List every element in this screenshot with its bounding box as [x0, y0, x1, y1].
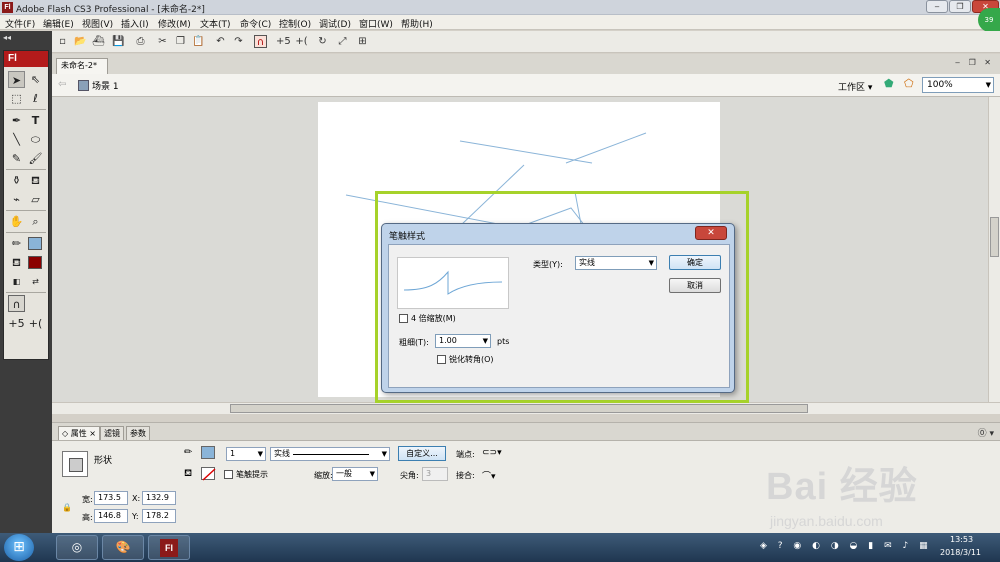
type-select[interactable]: 实线 ▼: [575, 256, 657, 270]
height-label: 高:: [82, 513, 93, 522]
sharp-corners-label: 锐化转角(O): [449, 355, 494, 364]
join-style-icon[interactable]: ⌒▾: [482, 469, 496, 482]
stroke-weight-field[interactable]: 1 ▼: [226, 447, 266, 461]
tab-properties-label: 属性: [70, 429, 87, 438]
stroke-style-select[interactable]: 实线 ▼: [270, 447, 390, 461]
flash-taskbar-icon[interactable]: Fl: [148, 535, 190, 560]
stroke-line[interactable]: [565, 132, 647, 164]
tab-properties[interactable]: ◇ 属性 ×: [58, 426, 100, 440]
cancel-button[interactable]: 取消: [669, 278, 721, 293]
fill-color-swatch[interactable]: [201, 467, 216, 481]
baidu-watermark: Bai 经验 jingyan.baidu.com: [766, 455, 956, 535]
stroke-style-preview: [293, 454, 369, 455]
checkbox-box[interactable]: [399, 314, 408, 323]
tab-parameters[interactable]: 参数: [126, 426, 150, 440]
cap-style-icon[interactable]: ⊂⊃▾: [482, 448, 502, 458]
sharp-corners-checkbox[interactable]: 锐化转角(O): [437, 354, 494, 365]
chevron-down-icon: ▼: [381, 450, 387, 458]
chevron-down-icon: ▼: [482, 337, 488, 345]
watermark-url: jingyan.baidu.com: [770, 513, 883, 529]
stroke-preview-curve: [403, 270, 503, 295]
vertical-scroll-thumb[interactable]: [990, 217, 999, 257]
tab-close-icon[interactable]: ×: [89, 429, 96, 438]
miter-field[interactable]: 3: [422, 467, 448, 481]
scale-label: 缩放:: [314, 471, 333, 480]
thickness-label: 粗细(T):: [399, 338, 429, 347]
checkbox-box[interactable]: [437, 355, 446, 364]
custom-stroke-button[interactable]: 自定义...: [398, 446, 446, 461]
clock-time[interactable]: 13:53: [950, 535, 973, 544]
horizontal-scrollbar[interactable]: [52, 402, 1000, 414]
zoom-4x-checkbox[interactable]: 4 倍缩放(M): [399, 313, 456, 324]
stroke-color-swatch[interactable]: [201, 446, 215, 459]
type-label: 类型(Y):: [533, 260, 563, 269]
scale-select[interactable]: 一般 ▼: [332, 467, 378, 481]
watermark-brand: Bai 经验: [766, 466, 918, 508]
stroke-preview: [397, 257, 509, 309]
start-button[interactable]: ⊞: [4, 534, 34, 561]
stroke-hint-checkbox[interactable]: 笔触提示: [224, 469, 268, 480]
taskbar: ⊞ ◎ 🎨 Fl ◈ ? ◉ ◐ ◑ ◒ ▮ ✉ ♪ ▦ 13:53 2018/…: [0, 533, 1000, 562]
stroke-hint-label: 笔触提示: [236, 470, 268, 479]
chevron-down-icon: ▼: [257, 450, 263, 458]
stroke-style-dialog: 笔触样式 ✕ 4 倍缩放(M) 粗细(T): 1.00 ▼ pts 锐化转角(O)…: [381, 223, 735, 393]
checkbox-box[interactable]: [224, 470, 233, 479]
dialog-title: 笔触样式: [389, 232, 426, 242]
stroke-weight-value: 1: [230, 449, 236, 458]
y-field[interactable]: 178.2: [142, 509, 176, 523]
properties-tab-bar: ◇ 属性 × 滤镜 参数 ⓪ ▾: [52, 423, 1000, 441]
scale-value: 一般: [336, 469, 352, 478]
system-tray[interactable]: ◈ ? ◉ ◐ ◑ ◒ ▮ ✉ ♪ ▦: [760, 541, 932, 551]
paint-taskbar-icon[interactable]: 🎨: [102, 535, 144, 560]
height-field[interactable]: 146.8: [94, 509, 128, 523]
width-field[interactable]: 173.5: [94, 491, 128, 505]
dialog-body: 4 倍缩放(M) 粗细(T): 1.00 ▼ pts 锐化转角(O) 类型(Y):…: [388, 244, 730, 388]
horizontal-scroll-thumb[interactable]: [230, 404, 808, 413]
zoom-4x-label: 4 倍缩放(M): [411, 314, 456, 323]
x-label: X:: [132, 494, 141, 503]
stroke-style-value: 实线: [274, 449, 290, 458]
chevron-down-icon: ▼: [648, 259, 654, 267]
stroke-pencil-icon: ✏: [184, 447, 193, 458]
miter-label: 尖角:: [400, 471, 419, 480]
stroke-line[interactable]: [459, 140, 593, 164]
join-label: 接合:: [456, 471, 475, 480]
dialog-close-button[interactable]: ✕: [695, 226, 727, 240]
shape-icon: [62, 451, 88, 477]
ok-button[interactable]: 确定: [669, 255, 721, 270]
help-icon[interactable]: ⓪ ▾: [978, 426, 994, 439]
cap-label: 端点:: [456, 450, 475, 459]
vertical-scrollbar[interactable]: [988, 97, 1000, 402]
flash-mini-icon: Fl: [160, 539, 178, 557]
x-field[interactable]: 132.9: [142, 491, 176, 505]
shape-label: 形状: [94, 456, 113, 466]
chevron-down-icon: ▼: [369, 470, 375, 478]
fill-bucket-icon: ⛾: [184, 468, 193, 479]
width-label: 宽:: [82, 495, 93, 504]
y-label: Y:: [132, 512, 139, 521]
clock-date[interactable]: 2018/3/11: [940, 548, 981, 557]
thickness-unit: pts: [497, 337, 510, 346]
lock-icon[interactable]: 🔒: [62, 503, 72, 512]
browser-taskbar-icon[interactable]: ◎: [56, 535, 98, 560]
thickness-select[interactable]: 1.00 ▼: [435, 334, 491, 348]
thickness-value: 1.00: [439, 336, 457, 345]
type-value: 实线: [579, 258, 595, 267]
tab-filters[interactable]: 滤镜: [100, 426, 124, 440]
